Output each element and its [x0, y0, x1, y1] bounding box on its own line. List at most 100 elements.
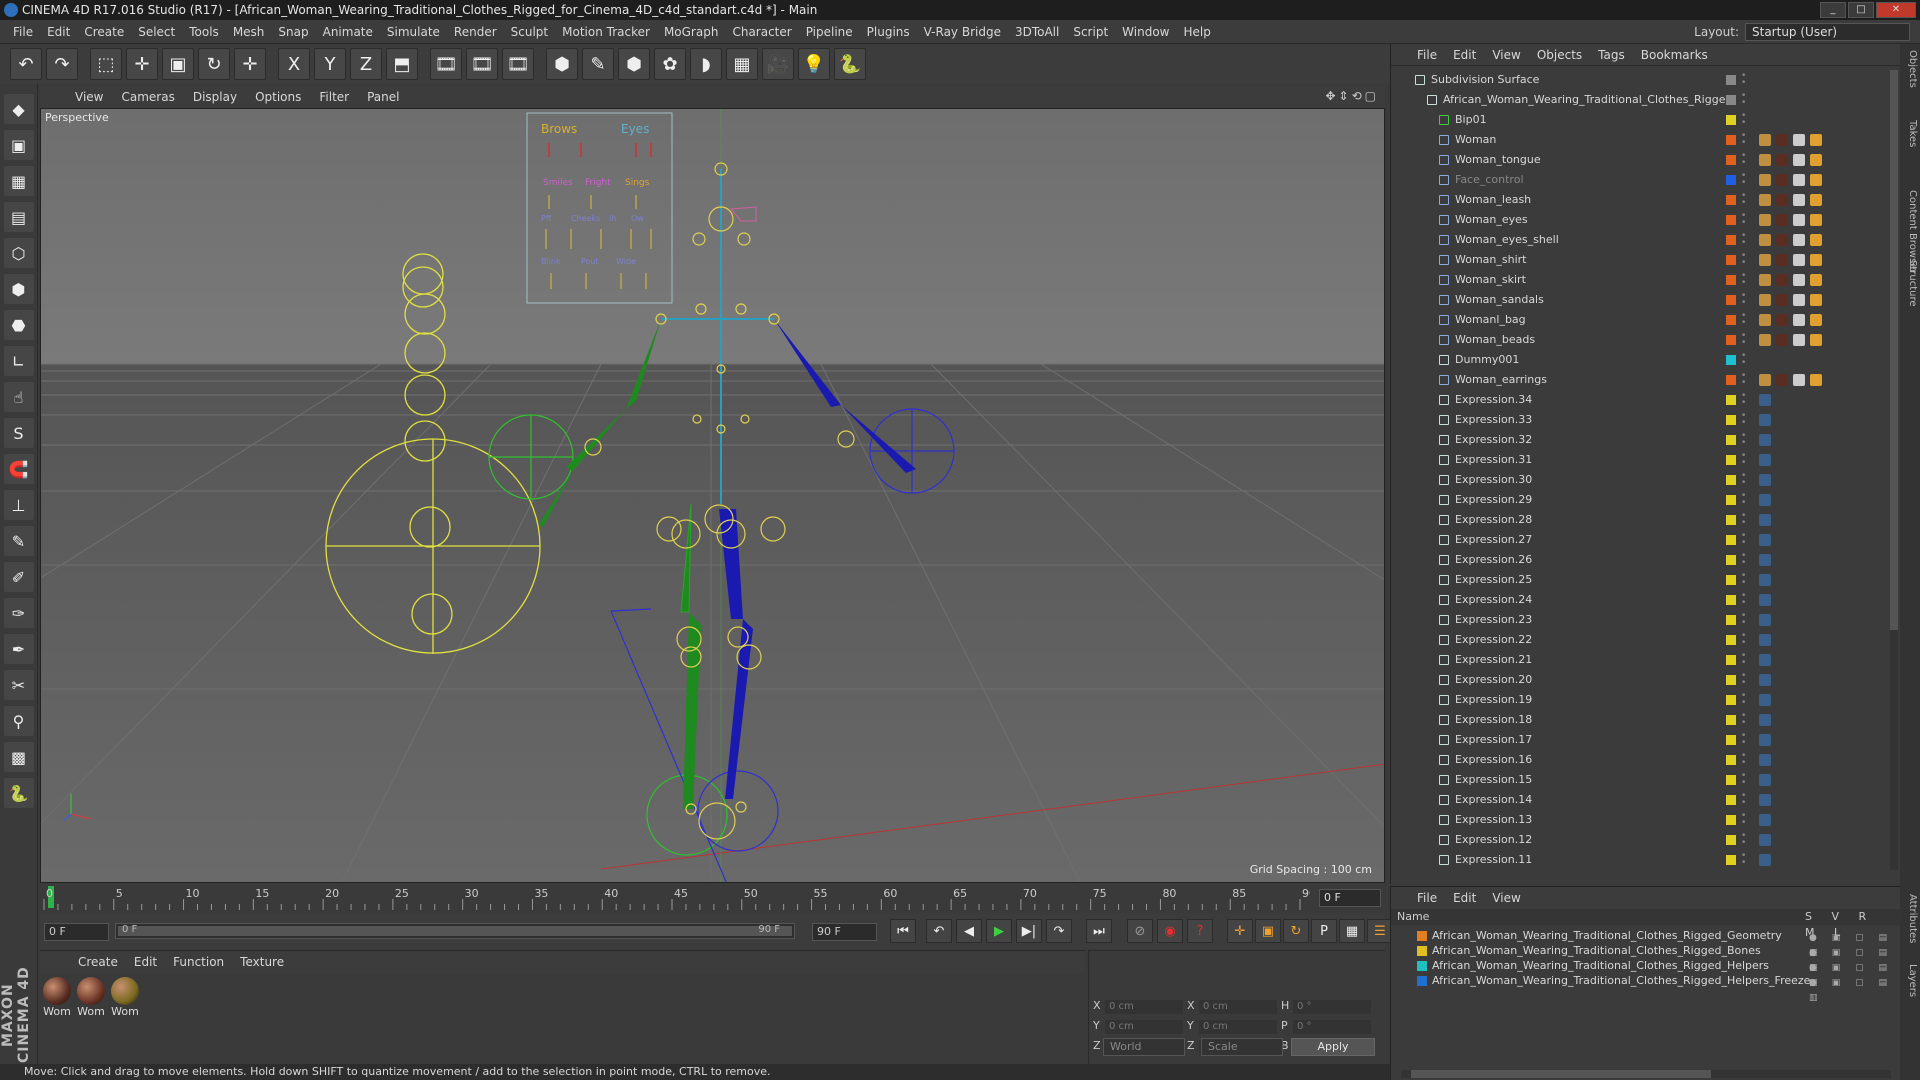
layer-list-scrollbar[interactable] [1401, 1070, 1891, 1078]
visibility-dots-icon[interactable]: • • [1741, 712, 1746, 728]
object-row[interactable]: Woman_sandals • • [1391, 290, 1889, 310]
visibility-dots-icon[interactable]: • • [1741, 152, 1746, 168]
position-field[interactable]: 0 cm [1105, 1000, 1183, 1014]
object-row[interactable]: Expression.12 • • [1391, 830, 1889, 850]
xpresso-tag-icon[interactable] [1759, 734, 1771, 746]
layer-color-swatch[interactable] [1726, 475, 1736, 485]
menu-tools[interactable]: Tools [182, 20, 226, 44]
visibility-dots-icon[interactable]: • • [1741, 292, 1746, 308]
paint-tool-icon[interactable]: ✐ [3, 562, 34, 592]
polygons-mode-icon[interactable]: ⬣ [3, 310, 34, 340]
material-tag-icon[interactable] [1759, 234, 1771, 246]
layer-color-swatch[interactable] [1726, 455, 1736, 465]
layer-color-swatch[interactable] [1726, 155, 1736, 165]
object-row[interactable]: Expression.14 • • [1391, 790, 1889, 810]
minimize-button[interactable]: _ [1820, 2, 1846, 18]
keyframe-selection-icon[interactable]: ? [1187, 919, 1213, 943]
material-tag-icon[interactable] [1793, 294, 1805, 306]
object-list[interactable]: Subdivision Surface • • African_Woman_Weari… [1391, 70, 1889, 870]
ik-tag-icon[interactable] [1810, 274, 1822, 286]
layer-row[interactable]: African_Woman_Wearing_Traditional_Clothe… [1391, 958, 1901, 988]
object-menu-bookmarks[interactable]: Bookmarks [1633, 48, 1716, 62]
object-row[interactable]: Expression.26 • • [1391, 550, 1889, 570]
visibility-dots-icon[interactable]: • • [1741, 552, 1746, 568]
object-menu-file[interactable]: File [1409, 48, 1445, 62]
visibility-dots-icon[interactable]: • • [1741, 692, 1746, 708]
layer-color-swatch[interactable] [1726, 735, 1736, 745]
material-tag-icon[interactable] [1793, 214, 1805, 226]
xpresso-tag-icon[interactable] [1759, 834, 1771, 846]
layer-color-swatch[interactable] [1726, 135, 1736, 145]
material-tag-icon[interactable] [1759, 134, 1771, 146]
subdivision-icon[interactable]: ⬢ [618, 48, 650, 80]
position-field[interactable]: 0 cm [1105, 1020, 1183, 1034]
object-row[interactable]: Expression.25 • • [1391, 570, 1889, 590]
material-tag-icon[interactable] [1776, 254, 1788, 266]
layer-color-swatch[interactable] [1726, 435, 1736, 445]
visibility-dots-icon[interactable]: • • [1741, 352, 1746, 368]
visibility-dots-icon[interactable]: • • [1741, 572, 1746, 588]
layout-dropdown[interactable]: Startup (User) [1745, 23, 1910, 41]
layer-color-swatch[interactable] [1726, 195, 1736, 205]
layer-color-swatch[interactable] [1726, 755, 1736, 765]
light-icon[interactable]: 💡 [798, 48, 830, 80]
object-row[interactable]: Woman_eyes_shell • • [1391, 230, 1889, 250]
visibility-dots-icon[interactable]: • • [1741, 172, 1746, 188]
visibility-dots-icon[interactable]: • • [1741, 732, 1746, 748]
layer-color-swatch[interactable] [1417, 976, 1427, 986]
object-row[interactable]: Expression.19 • • [1391, 690, 1889, 710]
rotate-icon[interactable]: ↻ [198, 48, 230, 80]
layer-color-swatch[interactable] [1726, 235, 1736, 245]
xpresso-tag-icon[interactable] [1759, 634, 1771, 646]
ik-tag-icon[interactable] [1810, 174, 1822, 186]
layer-flags-icons[interactable]: ● ▣ ▢ ▤ ▥ [1809, 976, 1901, 1006]
solo-mode-icon[interactable]: S [3, 418, 34, 448]
menu-3dtoall[interactable]: 3DToAll [1008, 20, 1066, 44]
render-view-icon[interactable]: 🎞 [430, 48, 462, 80]
camera-label[interactable]: Perspective [45, 111, 109, 124]
menu-sculpt[interactable]: Sculpt [504, 20, 555, 44]
object-row[interactable]: Dummy001 • • [1391, 350, 1889, 370]
material-tag-icon[interactable] [1793, 374, 1805, 386]
layer-color-swatch[interactable] [1726, 835, 1736, 845]
object-row[interactable]: Expression.27 • • [1391, 530, 1889, 550]
step-back-icon[interactable]: ◀ [956, 919, 982, 943]
visibility-dots-icon[interactable]: • • [1741, 772, 1746, 788]
points-mode-icon[interactable]: ⬡ [3, 238, 34, 268]
material-tag-icon[interactable] [1776, 374, 1788, 386]
material-tag-icon[interactable] [1776, 294, 1788, 306]
object-row[interactable]: Expression.17 • • [1391, 730, 1889, 750]
viewport-menu-panel[interactable]: Panel [358, 90, 408, 104]
layer-color-swatch[interactable] [1726, 655, 1736, 665]
object-row[interactable]: Expression.28 • • [1391, 510, 1889, 530]
object-row[interactable]: Expression.22 • • [1391, 630, 1889, 650]
object-row[interactable]: African_Woman_Wearing_Traditional_Clothe… [1391, 90, 1889, 110]
material-tag-icon[interactable] [1759, 174, 1771, 186]
object-menu-view[interactable]: View [1484, 48, 1528, 62]
object-row[interactable]: Expression.18 • • [1391, 710, 1889, 730]
layer-row[interactable]: African_Woman_Wearing_Traditional_Clothe… [1391, 943, 1901, 973]
axis-mode-icon[interactable]: ∟ [3, 346, 34, 376]
visibility-dots-icon[interactable]: • • [1741, 532, 1746, 548]
object-row[interactable]: Woman_tongue • • [1391, 150, 1889, 170]
deformer-icon[interactable]: ◗ [690, 48, 722, 80]
object-row[interactable]: Expression.29 • • [1391, 490, 1889, 510]
key-position-icon[interactable]: ✛ [1227, 919, 1253, 943]
layer-color-swatch[interactable] [1417, 931, 1427, 941]
autokeying-icon[interactable]: ◉ [1157, 919, 1183, 943]
menu-simulate[interactable]: Simulate [380, 20, 447, 44]
coordinate-system-icon[interactable]: ⬒ [386, 48, 418, 80]
key-rotation-icon[interactable]: ↻ [1283, 919, 1309, 943]
layer-color-swatch[interactable] [1726, 75, 1736, 85]
visibility-dots-icon[interactable]: • • [1741, 252, 1746, 268]
material-menu-create[interactable]: Create [70, 955, 126, 969]
layer-color-swatch[interactable] [1726, 275, 1736, 285]
visibility-dots-icon[interactable]: • • [1741, 672, 1746, 688]
material-tag-icon[interactable] [1793, 174, 1805, 186]
ik-tag-icon[interactable] [1810, 194, 1822, 206]
material-tag-icon[interactable] [1776, 234, 1788, 246]
python-icon[interactable]: 🐍 [834, 48, 866, 80]
menu-script[interactable]: Script [1066, 20, 1115, 44]
xpresso-tag-icon[interactable] [1759, 534, 1771, 546]
object-row[interactable]: Woman_shirt • • [1391, 250, 1889, 270]
